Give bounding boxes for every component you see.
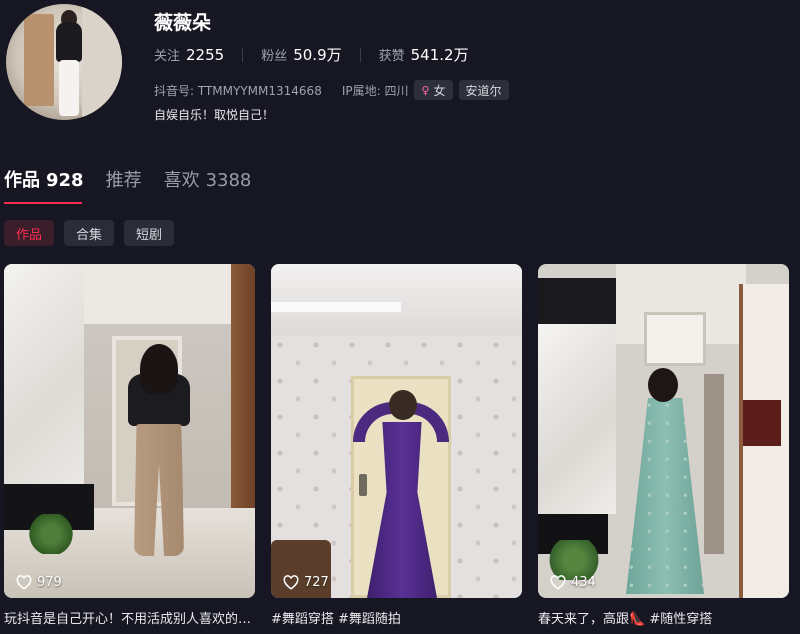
tab-works[interactable]: 作品 928 — [4, 166, 84, 204]
followers-count[interactable]: 50.9万 — [293, 44, 341, 65]
avatar-person-top — [56, 22, 82, 62]
stat-divider — [242, 47, 244, 62]
video-thumbnail-bg — [538, 324, 616, 514]
video-likes-count: 979 — [37, 575, 62, 590]
video-likes: 979 — [16, 575, 62, 590]
video-caption[interactable]: 玩抖音是自己开心！不用活成别人喜欢的样子 — [4, 608, 259, 627]
profile-bio: 自娱自乐！取悦自己！ — [154, 108, 275, 122]
tab-liked-count: 3388 — [205, 170, 252, 191]
heart-icon — [16, 575, 32, 590]
avatar-bg-door — [24, 14, 54, 106]
video-caption[interactable]: 春天来了，高跟👠 #随性穿搭 — [538, 608, 793, 627]
subtab-collections[interactable]: 合集 — [64, 220, 115, 246]
following-label[interactable]: 关注 — [154, 45, 180, 64]
content-tabs: 作品 928 推荐 喜欢 3388 — [4, 166, 273, 204]
video-thumbnail-bg — [4, 264, 84, 494]
heart-icon — [283, 575, 299, 590]
video-likes-count: 434 — [571, 575, 596, 590]
tab-recommend-label: 推荐 — [105, 170, 142, 191]
following-count[interactable]: 2255 — [186, 46, 224, 64]
video-card[interactable]: 727 — [271, 264, 522, 598]
subtab-short-drama[interactable]: 短剧 — [124, 220, 175, 246]
profile-name: 薇薇朵 — [154, 12, 212, 34]
likes-label: 获赞 — [378, 49, 405, 64]
tab-liked[interactable]: 喜欢 3388 — [164, 166, 252, 204]
avatar-person-legs — [59, 60, 79, 116]
likes-count: 541.2万 — [410, 46, 469, 64]
location-tag: 安道尔 — [458, 80, 509, 100]
video-likes-count: 727 — [304, 575, 329, 590]
heart-icon — [550, 575, 566, 590]
video-card[interactable]: 434 — [538, 264, 789, 598]
video-likes: 434 — [550, 575, 596, 590]
tab-works-label: 作品 — [4, 170, 40, 191]
gender-tag-label: 女 — [433, 83, 446, 98]
sub-tabs: 作品 合集 短剧 — [4, 220, 184, 246]
video-likes: 727 — [283, 575, 329, 590]
video-card[interactable]: 979 — [4, 264, 255, 598]
tab-liked-label: 喜欢 — [163, 170, 200, 191]
profile-avatar[interactable] — [6, 4, 122, 120]
stat-divider — [359, 47, 361, 62]
followers-label[interactable]: 粉丝 — [261, 45, 287, 64]
video-person — [626, 398, 704, 594]
avatar-bg-wall — [82, 4, 122, 120]
gender-tag: ♀ 女 — [414, 80, 453, 100]
video-caption[interactable]: #舞蹈穿搭 #舞蹈随拍 — [271, 608, 526, 627]
subtab-works[interactable]: 作品 — [4, 220, 55, 246]
profile-meta: 抖音号: TTMMYYMM1314668 IP属地: 四川 ♀ 女 安道尔 — [154, 80, 509, 100]
douyin-id: 抖音号: TTMMYYMM1314668 — [154, 83, 322, 98]
tab-recommend[interactable]: 推荐 — [106, 166, 142, 204]
tab-works-count: 928 — [46, 170, 84, 191]
ip-location: IP属地: 四川 — [341, 83, 409, 98]
profile-stats: 关注 2255 粉丝 50.9万 获赞 541.2万 — [154, 44, 469, 65]
female-icon: ♀ — [421, 83, 430, 97]
